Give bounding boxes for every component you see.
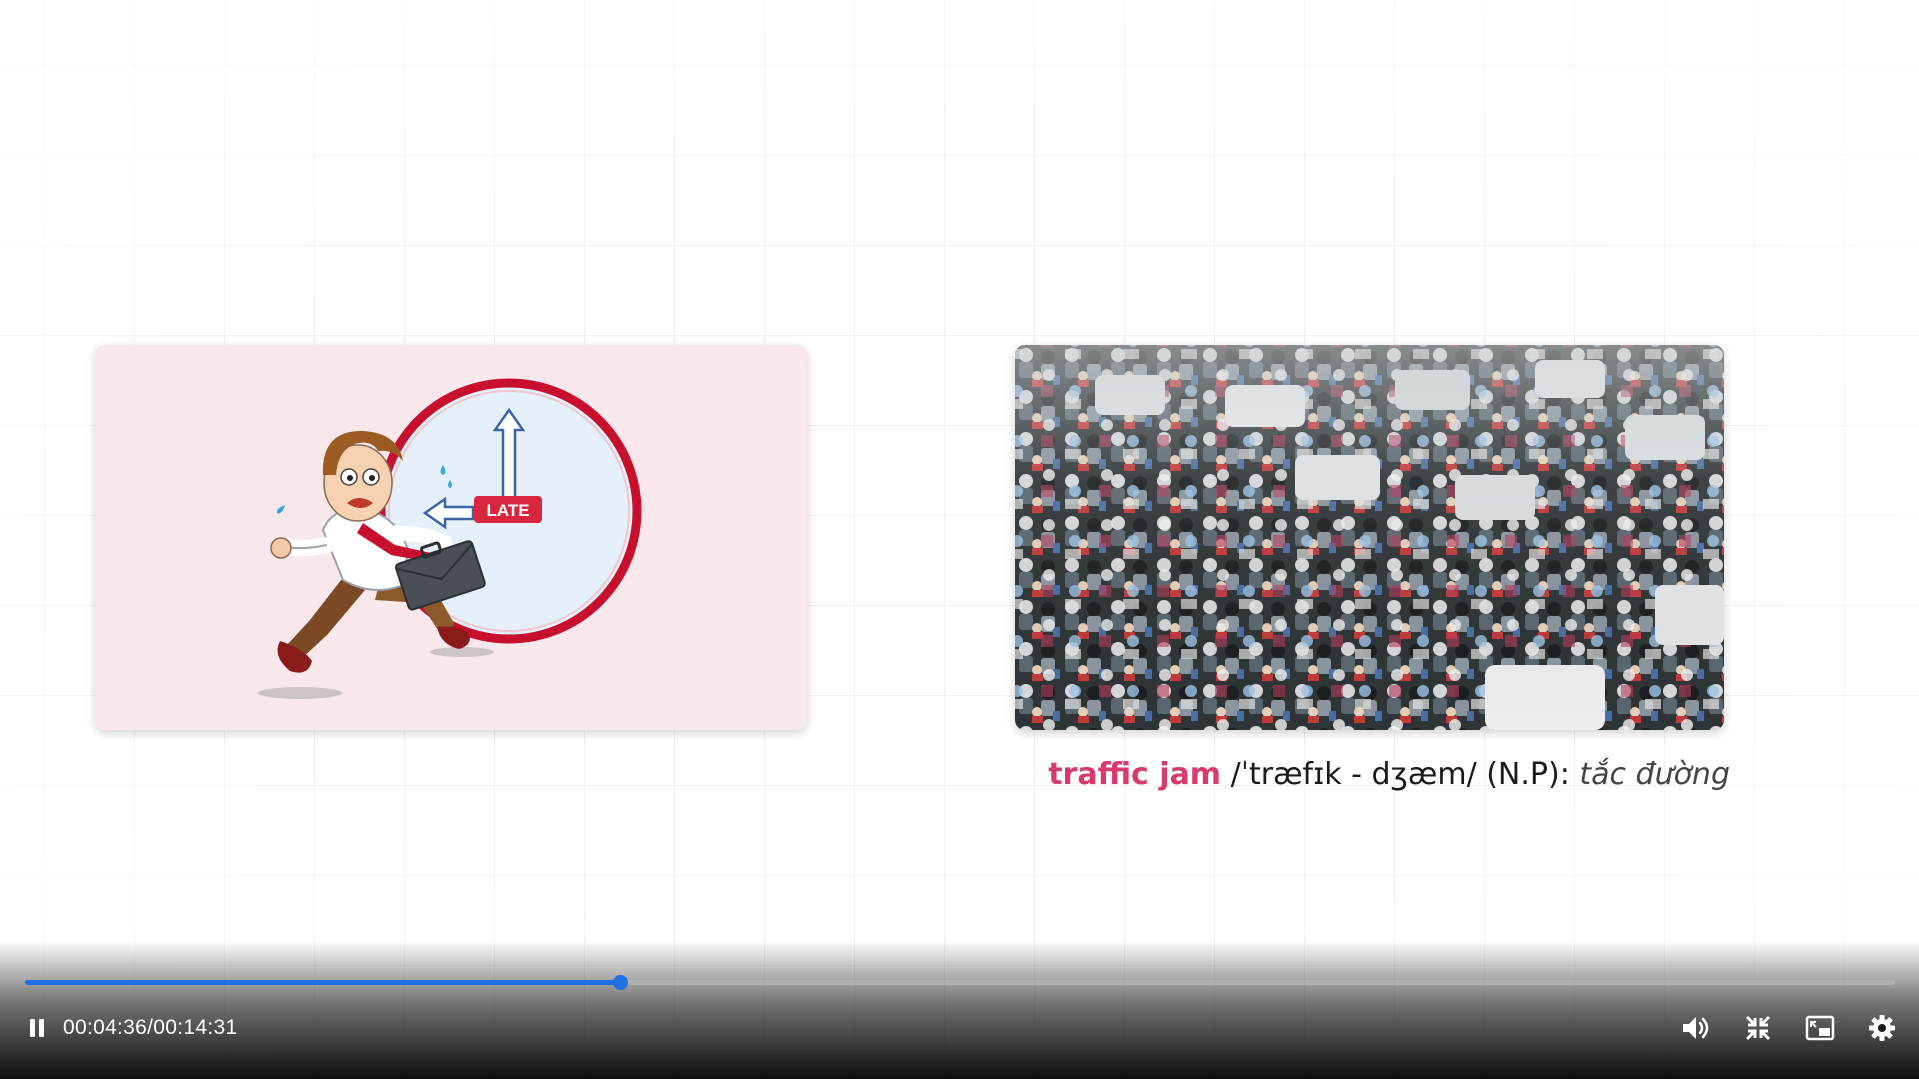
settings-icon	[1869, 1015, 1895, 1041]
pause-icon	[30, 1019, 44, 1037]
pause-button[interactable]	[19, 1010, 55, 1046]
exit-fullscreen-button[interactable]	[1740, 1010, 1776, 1046]
picture-in-picture-icon	[1805, 1015, 1835, 1041]
picture-in-picture-button[interactable]	[1802, 1010, 1838, 1046]
vocab-meaning: tắc đường	[1579, 757, 1730, 792]
volume-button[interactable]	[1678, 1010, 1714, 1046]
vocab-pronunciation: /ˈtræfɪk - dʒæm/ (N.P):	[1230, 757, 1570, 792]
traffic-jam-image	[1015, 345, 1724, 730]
vocab-term: traffic jam	[1048, 757, 1222, 792]
settings-button[interactable]	[1864, 1010, 1900, 1046]
player-controls-bar	[0, 940, 1919, 1079]
late-badge-text: LATE	[486, 501, 529, 520]
time-display: 00:04:36/00:14:31	[63, 1016, 238, 1039]
traffic-jam-photo	[1015, 345, 1724, 730]
progress-bar-thumb[interactable]	[612, 975, 628, 990]
progress-bar-fill	[25, 980, 620, 985]
late-illustration-card: LATE	[95, 345, 807, 730]
volume-icon	[1683, 1017, 1709, 1039]
vocabulary-caption: traffic jam /ˈtræfɪk - dʒæm/ (N.P): tắc …	[1020, 757, 1730, 792]
video-frame[interactable]: LATE traffic jam /ˈtræfɪk - dʒæm/ (N.P):…	[0, 0, 1919, 1079]
exit-fullscreen-icon	[1745, 1015, 1771, 1041]
late-man-illustration: LATE	[258, 378, 642, 699]
progress-bar[interactable]	[25, 975, 1895, 990]
